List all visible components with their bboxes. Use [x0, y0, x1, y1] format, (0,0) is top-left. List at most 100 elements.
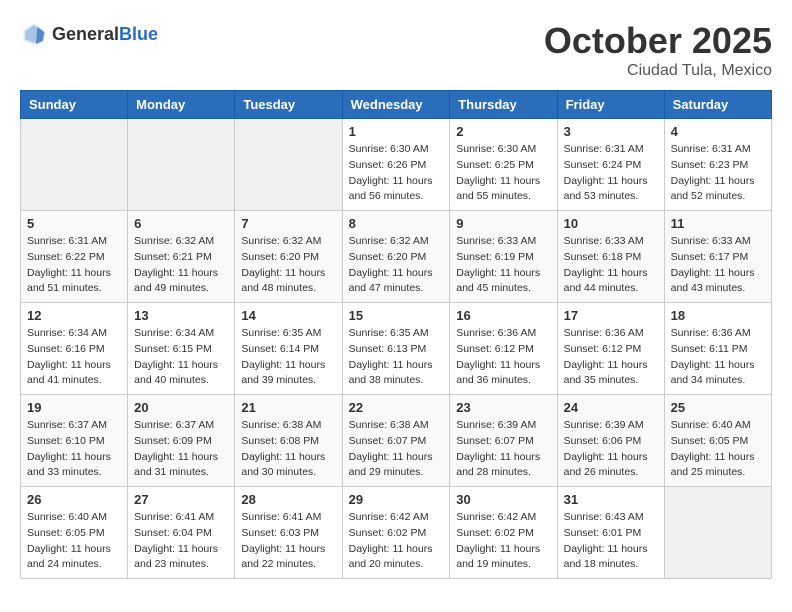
day-info: Sunrise: 6:41 AMSunset: 6:03 PMDaylight:… — [241, 510, 335, 573]
calendar-cell: 23Sunrise: 6:39 AMSunset: 6:07 PMDayligh… — [450, 395, 557, 487]
weekday-header-saturday: Saturday — [664, 91, 771, 119]
calendar-cell: 12 Sunrise: 6:34 AMSunset: 6:16 PMDayligh… — [21, 303, 128, 395]
day-number: 1 — [349, 124, 444, 139]
day-info: Sunrise: 6:38 AMSunset: 6:07 PMDaylight:… — [349, 418, 444, 481]
calendar-week-5: 26 Sunrise: 6:40 AMSunset: 6:05 PMDayligh… — [21, 487, 772, 579]
day-info: Sunrise: 6:33 AMSunset: 6:18 PMDaylight:… — [564, 234, 658, 297]
calendar-cell — [128, 119, 235, 211]
day-info: Sunrise: 6:37 AMSunset: 6:09 PMDaylight:… — [134, 418, 228, 481]
day-info: Sunrise: 6:33 AMSunset: 6:17 PMDaylight:… — [671, 234, 765, 297]
day-number: 25 — [671, 400, 765, 415]
day-number: 27 — [134, 492, 228, 507]
weekday-header-row: SundayMondayTuesdayWednesdayThursdayFrid… — [21, 91, 772, 119]
weekday-header-friday: Friday — [557, 91, 664, 119]
day-info: Sunrise: 6:32 AMSunset: 6:20 PMDaylight:… — [241, 234, 335, 297]
calendar-cell: 31 Sunrise: 6:43 AMSunset: 6:01 PMDayligh… — [557, 487, 664, 579]
day-number: 8 — [349, 216, 444, 231]
day-number: 2 — [456, 124, 550, 139]
calendar-cell: 20 Sunrise: 6:37 AMSunset: 6:09 PMDayligh… — [128, 395, 235, 487]
day-info: Sunrise: 6:40 AMSunset: 6:05 PMDaylight:… — [671, 418, 765, 481]
day-info: Sunrise: 6:30 AMSunset: 6:26 PMDaylight:… — [349, 142, 444, 205]
calendar-table: SundayMondayTuesdayWednesdayThursdayFrid… — [20, 90, 772, 579]
day-number: 17 — [564, 308, 658, 323]
calendar-cell: 6 Sunrise: 6:32 AMSunset: 6:21 PMDaylight… — [128, 211, 235, 303]
calendar-cell: 2 Sunrise: 6:30 AMSunset: 6:25 PMDaylight… — [450, 119, 557, 211]
calendar-cell: 22 Sunrise: 6:38 AMSunset: 6:07 PMDayligh… — [342, 395, 450, 487]
calendar-cell: 7 Sunrise: 6:32 AMSunset: 6:20 PMDaylight… — [235, 211, 342, 303]
weekday-header-tuesday: Tuesday — [235, 91, 342, 119]
calendar-week-4: 19Sunrise: 6:37 AMSunset: 6:10 PMDayligh… — [21, 395, 772, 487]
calendar-cell: 17 Sunrise: 6:36 AMSunset: 6:12 PMDayligh… — [557, 303, 664, 395]
day-number: 18 — [671, 308, 765, 323]
day-number: 31 — [564, 492, 658, 507]
day-info: Sunrise: 6:42 AMSunset: 6:02 PMDaylight:… — [456, 510, 550, 573]
day-number: 14 — [241, 308, 335, 323]
day-info: Sunrise: 6:41 AMSunset: 6:04 PMDaylight:… — [134, 510, 228, 573]
calendar-cell: 3Sunrise: 6:31 AMSunset: 6:24 PMDaylight… — [557, 119, 664, 211]
day-number: 16 — [456, 308, 550, 323]
calendar-cell: 25 Sunrise: 6:40 AMSunset: 6:05 PMDayligh… — [664, 395, 771, 487]
day-number: 3 — [564, 124, 658, 139]
day-number: 29 — [349, 492, 444, 507]
calendar-cell: 15 Sunrise: 6:35 AMSunset: 6:13 PMDayligh… — [342, 303, 450, 395]
calendar-cell — [21, 119, 128, 211]
day-number: 4 — [671, 124, 765, 139]
day-number: 15 — [349, 308, 444, 323]
calendar-cell: 10 Sunrise: 6:33 AMSunset: 6:18 PMDayligh… — [557, 211, 664, 303]
day-number: 7 — [241, 216, 335, 231]
day-info: Sunrise: 6:40 AMSunset: 6:05 PMDaylight:… — [27, 510, 121, 573]
calendar-cell: 14 Sunrise: 6:35 AMSunset: 6:14 PMDayligh… — [235, 303, 342, 395]
calendar-cell: 5 Sunrise: 6:31 AMSunset: 6:22 PMDaylight… — [21, 211, 128, 303]
logo-text: GeneralBlue — [52, 24, 158, 45]
day-info: Sunrise: 6:37 AMSunset: 6:10 PMDaylight:… — [27, 418, 121, 481]
title-block: October 2025 Ciudad Tula, Mexico — [544, 20, 772, 80]
day-info: Sunrise: 6:34 AMSunset: 6:16 PMDaylight:… — [27, 326, 121, 389]
day-info: Sunrise: 6:33 AMSunset: 6:19 PMDaylight:… — [456, 234, 550, 297]
day-info: Sunrise: 6:30 AMSunset: 6:25 PMDaylight:… — [456, 142, 550, 205]
calendar-cell — [235, 119, 342, 211]
calendar-cell: 24 Sunrise: 6:39 AMSunset: 6:06 PMDayligh… — [557, 395, 664, 487]
day-info: Sunrise: 6:31 AMSunset: 6:23 PMDaylight:… — [671, 142, 765, 205]
logo-general: General — [52, 24, 119, 44]
month-title: October 2025 — [544, 20, 772, 62]
calendar-cell: 21Sunrise: 6:38 AMSunset: 6:08 PMDayligh… — [235, 395, 342, 487]
day-info: Sunrise: 6:43 AMSunset: 6:01 PMDaylight:… — [564, 510, 658, 573]
calendar-cell: 19Sunrise: 6:37 AMSunset: 6:10 PMDayligh… — [21, 395, 128, 487]
calendar-week-2: 5 Sunrise: 6:31 AMSunset: 6:22 PMDaylight… — [21, 211, 772, 303]
day-number: 10 — [564, 216, 658, 231]
day-info: Sunrise: 6:39 AMSunset: 6:06 PMDaylight:… — [564, 418, 658, 481]
day-number: 20 — [134, 400, 228, 415]
day-info: Sunrise: 6:32 AMSunset: 6:21 PMDaylight:… — [134, 234, 228, 297]
weekday-header-wednesday: Wednesday — [342, 91, 450, 119]
day-number: 5 — [27, 216, 121, 231]
day-info: Sunrise: 6:36 AMSunset: 6:11 PMDaylight:… — [671, 326, 765, 389]
day-number: 13 — [134, 308, 228, 323]
day-number: 11 — [671, 216, 765, 231]
day-info: Sunrise: 6:35 AMSunset: 6:13 PMDaylight:… — [349, 326, 444, 389]
day-number: 22 — [349, 400, 444, 415]
day-info: Sunrise: 6:34 AMSunset: 6:15 PMDaylight:… — [134, 326, 228, 389]
day-info: Sunrise: 6:36 AMSunset: 6:12 PMDaylight:… — [456, 326, 550, 389]
day-info: Sunrise: 6:31 AMSunset: 6:22 PMDaylight:… — [27, 234, 121, 297]
day-number: 26 — [27, 492, 121, 507]
calendar-cell: 18 Sunrise: 6:36 AMSunset: 6:11 PMDayligh… — [664, 303, 771, 395]
weekday-header-sunday: Sunday — [21, 91, 128, 119]
calendar-cell: 30Sunrise: 6:42 AMSunset: 6:02 PMDayligh… — [450, 487, 557, 579]
day-number: 6 — [134, 216, 228, 231]
day-number: 24 — [564, 400, 658, 415]
logo-blue: Blue — [119, 24, 158, 44]
day-number: 28 — [241, 492, 335, 507]
day-number: 9 — [456, 216, 550, 231]
day-number: 12 — [27, 308, 121, 323]
day-info: Sunrise: 6:35 AMSunset: 6:14 PMDaylight:… — [241, 326, 335, 389]
logo-icon — [20, 20, 48, 48]
calendar-cell: 9 Sunrise: 6:33 AMSunset: 6:19 PMDaylight… — [450, 211, 557, 303]
day-info: Sunrise: 6:42 AMSunset: 6:02 PMDaylight:… — [349, 510, 444, 573]
calendar-cell: 1 Sunrise: 6:30 AMSunset: 6:26 PMDaylight… — [342, 119, 450, 211]
page-header: GeneralBlue October 2025 Ciudad Tula, Me… — [20, 20, 772, 80]
day-info: Sunrise: 6:36 AMSunset: 6:12 PMDaylight:… — [564, 326, 658, 389]
calendar-cell: 4 Sunrise: 6:31 AMSunset: 6:23 PMDaylight… — [664, 119, 771, 211]
weekday-header-monday: Monday — [128, 91, 235, 119]
location-title: Ciudad Tula, Mexico — [544, 62, 772, 80]
day-info: Sunrise: 6:32 AMSunset: 6:20 PMDaylight:… — [349, 234, 444, 297]
